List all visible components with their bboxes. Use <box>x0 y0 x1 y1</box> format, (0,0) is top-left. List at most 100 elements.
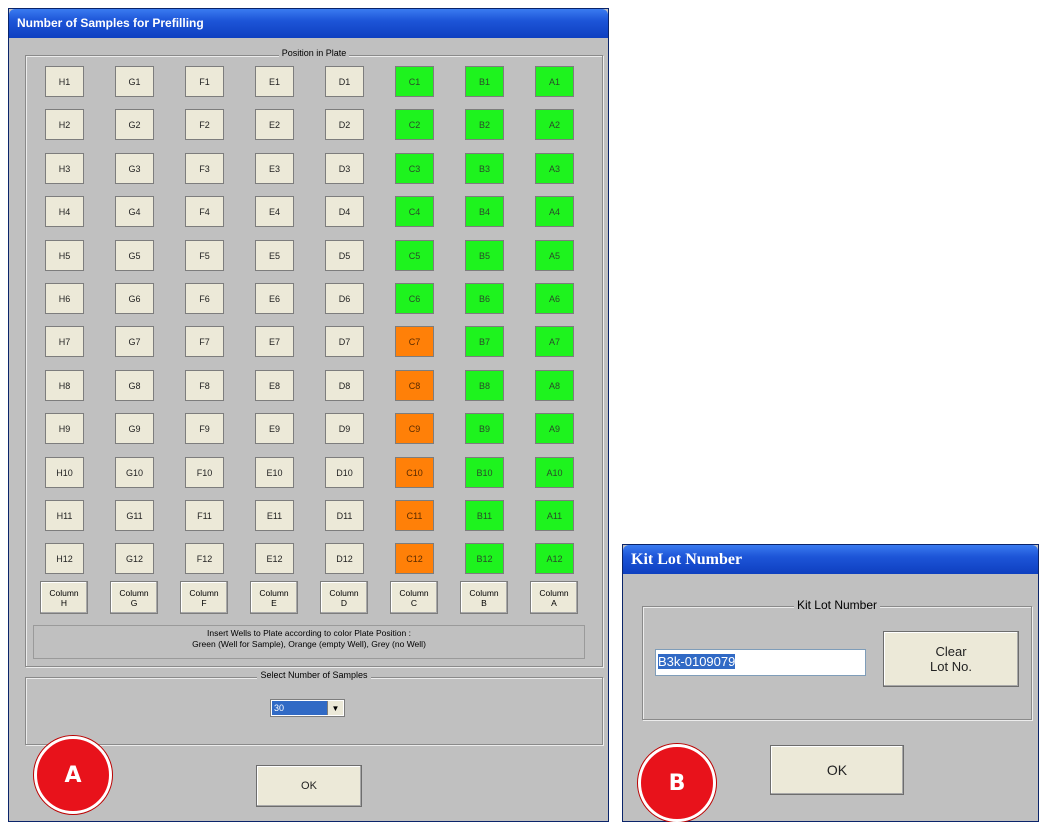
well-c4[interactable]: C4 <box>395 196 434 227</box>
well-e5[interactable]: E5 <box>255 240 294 271</box>
well-b10[interactable]: B10 <box>465 457 504 488</box>
well-h3[interactable]: H3 <box>45 153 84 184</box>
well-c1[interactable]: C1 <box>395 66 434 97</box>
well-e8[interactable]: E8 <box>255 370 294 401</box>
well-h4[interactable]: H4 <box>45 196 84 227</box>
well-g3[interactable]: G3 <box>115 153 154 184</box>
well-b9[interactable]: B9 <box>465 413 504 444</box>
column-button-d[interactable]: Column D <box>320 581 368 614</box>
well-a4[interactable]: A4 <box>535 196 574 227</box>
well-a5[interactable]: A5 <box>535 240 574 271</box>
well-g2[interactable]: G2 <box>115 109 154 140</box>
column-button-g[interactable]: Column G <box>110 581 158 614</box>
well-d6[interactable]: D6 <box>325 283 364 314</box>
well-c9[interactable]: C9 <box>395 413 434 444</box>
well-b1[interactable]: B1 <box>465 66 504 97</box>
well-h12[interactable]: H12 <box>45 543 84 574</box>
well-e10[interactable]: E10 <box>255 457 294 488</box>
well-c12[interactable]: C12 <box>395 543 434 574</box>
well-g6[interactable]: G6 <box>115 283 154 314</box>
well-d4[interactable]: D4 <box>325 196 364 227</box>
well-h6[interactable]: H6 <box>45 283 84 314</box>
well-f2[interactable]: F2 <box>185 109 224 140</box>
well-g9[interactable]: G9 <box>115 413 154 444</box>
well-f1[interactable]: F1 <box>185 66 224 97</box>
well-a8[interactable]: A8 <box>535 370 574 401</box>
column-button-a[interactable]: Column A <box>530 581 578 614</box>
well-a12[interactable]: A12 <box>535 543 574 574</box>
well-e7[interactable]: E7 <box>255 326 294 357</box>
ok-button-b[interactable]: OK <box>770 745 904 795</box>
well-h1[interactable]: H1 <box>45 66 84 97</box>
well-f12[interactable]: F12 <box>185 543 224 574</box>
column-button-b[interactable]: Column B <box>460 581 508 614</box>
well-g12[interactable]: G12 <box>115 543 154 574</box>
well-c10[interactable]: C10 <box>395 457 434 488</box>
clear-lot-button[interactable]: Clear Lot No. <box>883 631 1019 687</box>
well-e1[interactable]: E1 <box>255 66 294 97</box>
well-e9[interactable]: E9 <box>255 413 294 444</box>
sample-count-select[interactable]: 30 ▼ <box>270 699 345 717</box>
well-f11[interactable]: F11 <box>185 500 224 531</box>
well-h2[interactable]: H2 <box>45 109 84 140</box>
well-c11[interactable]: C11 <box>395 500 434 531</box>
column-button-c[interactable]: Column C <box>390 581 438 614</box>
well-h5[interactable]: H5 <box>45 240 84 271</box>
well-h9[interactable]: H9 <box>45 413 84 444</box>
well-d7[interactable]: D7 <box>325 326 364 357</box>
well-c2[interactable]: C2 <box>395 109 434 140</box>
well-f9[interactable]: F9 <box>185 413 224 444</box>
well-d3[interactable]: D3 <box>325 153 364 184</box>
well-c7[interactable]: C7 <box>395 326 434 357</box>
well-c6[interactable]: C6 <box>395 283 434 314</box>
well-d10[interactable]: D10 <box>325 457 364 488</box>
well-g1[interactable]: G1 <box>115 66 154 97</box>
well-a11[interactable]: A11 <box>535 500 574 531</box>
well-f10[interactable]: F10 <box>185 457 224 488</box>
well-e6[interactable]: E6 <box>255 283 294 314</box>
well-b11[interactable]: B11 <box>465 500 504 531</box>
well-c8[interactable]: C8 <box>395 370 434 401</box>
well-a9[interactable]: A9 <box>535 413 574 444</box>
well-e2[interactable]: E2 <box>255 109 294 140</box>
column-button-f[interactable]: Column F <box>180 581 228 614</box>
well-b12[interactable]: B12 <box>465 543 504 574</box>
well-d9[interactable]: D9 <box>325 413 364 444</box>
well-b7[interactable]: B7 <box>465 326 504 357</box>
well-f5[interactable]: F5 <box>185 240 224 271</box>
well-a6[interactable]: A6 <box>535 283 574 314</box>
well-g8[interactable]: G8 <box>115 370 154 401</box>
well-h11[interactable]: H11 <box>45 500 84 531</box>
well-d1[interactable]: D1 <box>325 66 364 97</box>
well-g4[interactable]: G4 <box>115 196 154 227</box>
well-g10[interactable]: G10 <box>115 457 154 488</box>
well-g7[interactable]: G7 <box>115 326 154 357</box>
lot-number-input[interactable]: B3k-0109079 <box>655 649 866 676</box>
well-h8[interactable]: H8 <box>45 370 84 401</box>
well-c5[interactable]: C5 <box>395 240 434 271</box>
chevron-down-icon[interactable]: ▼ <box>327 701 343 715</box>
well-d11[interactable]: D11 <box>325 500 364 531</box>
well-e3[interactable]: E3 <box>255 153 294 184</box>
well-g5[interactable]: G5 <box>115 240 154 271</box>
well-f8[interactable]: F8 <box>185 370 224 401</box>
well-h10[interactable]: H10 <box>45 457 84 488</box>
well-d12[interactable]: D12 <box>325 543 364 574</box>
well-a7[interactable]: A7 <box>535 326 574 357</box>
well-e4[interactable]: E4 <box>255 196 294 227</box>
well-d8[interactable]: D8 <box>325 370 364 401</box>
well-d5[interactable]: D5 <box>325 240 364 271</box>
well-b4[interactable]: B4 <box>465 196 504 227</box>
well-a2[interactable]: A2 <box>535 109 574 140</box>
well-f4[interactable]: F4 <box>185 196 224 227</box>
well-b8[interactable]: B8 <box>465 370 504 401</box>
well-h7[interactable]: H7 <box>45 326 84 357</box>
well-e11[interactable]: E11 <box>255 500 294 531</box>
well-f3[interactable]: F3 <box>185 153 224 184</box>
well-c3[interactable]: C3 <box>395 153 434 184</box>
well-b2[interactable]: B2 <box>465 109 504 140</box>
well-b5[interactable]: B5 <box>465 240 504 271</box>
well-e12[interactable]: E12 <box>255 543 294 574</box>
well-a3[interactable]: A3 <box>535 153 574 184</box>
well-b6[interactable]: B6 <box>465 283 504 314</box>
